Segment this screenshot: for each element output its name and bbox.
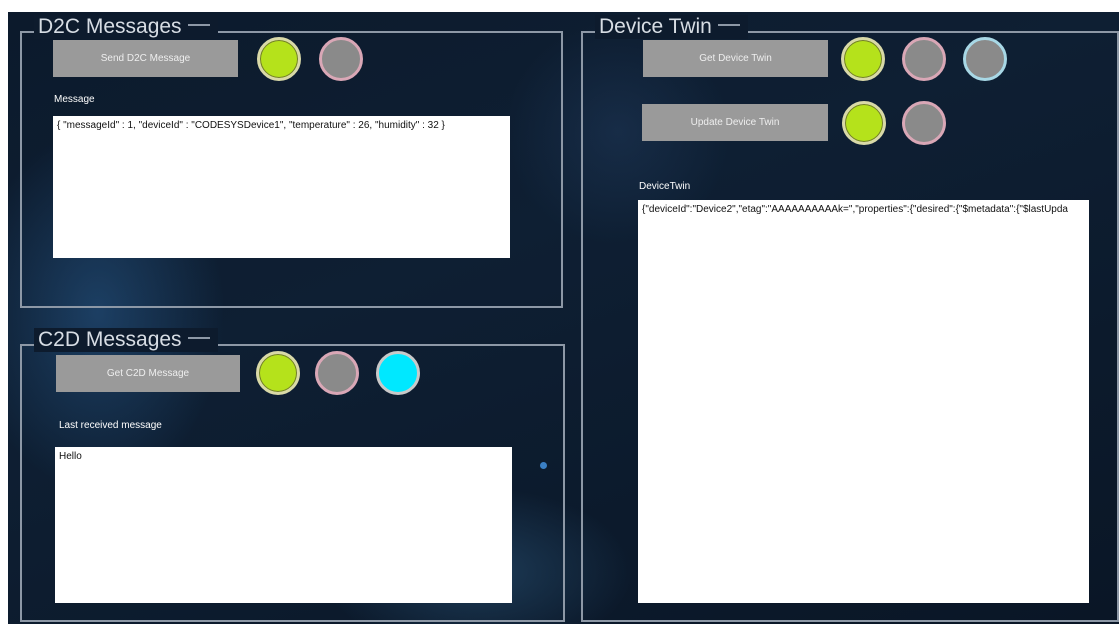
d2c-title: D2C Messages (34, 15, 218, 39)
twin-get-led-error (902, 37, 946, 81)
twin-label: DeviceTwin (639, 181, 691, 192)
c2d-title: C2D Messages (34, 328, 218, 352)
twin-get-led-cyan (963, 37, 1007, 81)
c2d-status-led-cyan (376, 351, 420, 395)
get-twin-button[interactable]: Get Device Twin (643, 40, 828, 77)
twin-get-led-green (841, 37, 885, 81)
d2c-status-led-green (257, 37, 301, 81)
update-twin-button[interactable]: Update Device Twin (642, 104, 828, 141)
get-c2d-button[interactable]: Get C2D Message (56, 355, 240, 392)
c2d-status-led-green (256, 351, 300, 395)
d2c-status-led-error (319, 37, 363, 81)
d2c-message-label: Message (54, 94, 95, 105)
twin-title: Device Twin (595, 15, 748, 39)
twin-update-led-error (902, 101, 946, 145)
hmi-screen: D2C Messages Send D2C Message Message { … (8, 12, 1119, 624)
twin-update-led-green (842, 101, 886, 145)
send-d2c-button[interactable]: Send D2C Message (53, 40, 238, 77)
c2d-status-led-error (315, 351, 359, 395)
indicator-dot (540, 462, 547, 469)
c2d-last-label: Last received message (59, 420, 162, 431)
c2d-last-message-field[interactable]: Hello (55, 447, 512, 603)
twin-field[interactable]: {"deviceId":"Device2","etag":"AAAAAAAAAA… (638, 200, 1089, 603)
d2c-message-field[interactable]: { "messageId" : 1, "deviceId" : "CODESYS… (53, 116, 510, 258)
